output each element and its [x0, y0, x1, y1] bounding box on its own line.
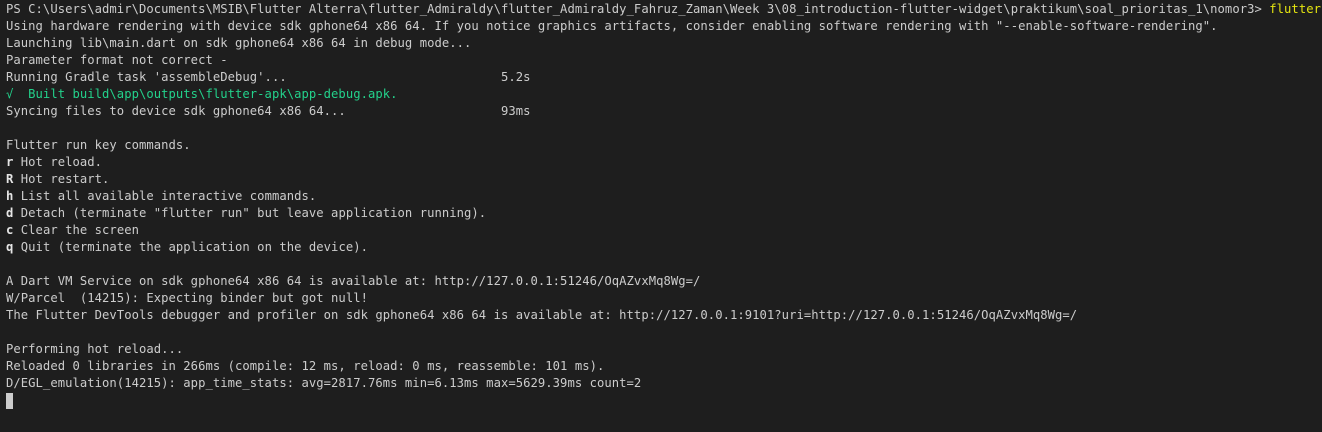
key-description: Clear the screen [20, 223, 139, 237]
key-command-line: q Quit (terminate the application on the… [6, 239, 1322, 256]
devtools-line: The Flutter DevTools debugger and profil… [6, 308, 1078, 322]
output-line: Using hardware rendering with device sdk… [6, 19, 1218, 33]
prompt-line: PS C:\Users\admir\Documents\MSIB\Flutter… [6, 1, 1322, 18]
build-success-line: √ Built build\app\outputs\flutter-apk\ap… [6, 87, 398, 101]
key-letter: q [6, 240, 14, 254]
output-line: Parameter format not correct - [6, 53, 228, 67]
key-letter: c [6, 223, 14, 237]
parcel-warning-line: W/Parcel (14215): Expecting binder but g… [6, 291, 368, 305]
prompt-path: PS C:\Users\admir\Documents\MSIB\Flutter… [6, 2, 1262, 16]
key-letter: r [6, 155, 14, 169]
terminal-panel[interactable]: PS C:\Users\admir\Documents\MSIB\Flutter… [0, 0, 1322, 432]
key-commands-title: Flutter run key commands. [6, 138, 191, 152]
key-description: Hot reload. [20, 155, 103, 169]
vm-service-line: A Dart VM Service on sdk gphone64 x86 64… [6, 274, 701, 288]
key-command-line: c Clear the screen [6, 222, 1322, 239]
key-description: Quit (terminate the application on the d… [20, 240, 368, 254]
key-letter: R [6, 172, 14, 186]
key-description: List all available interactive commands. [20, 189, 317, 203]
key-command-line: d Detach (terminate "flutter run" but le… [6, 205, 1322, 222]
key-letter: h [6, 189, 14, 203]
key-description: Detach (terminate "flutter run" but leav… [20, 206, 487, 220]
key-command-line: R Hot restart. [6, 171, 1322, 188]
terminal-cursor[interactable] [6, 393, 13, 409]
key-letter: d [6, 206, 14, 220]
key-command-line: r Hot reload. [6, 154, 1322, 171]
command-text: flutter run [1269, 2, 1321, 16]
egl-stats-line: D/EGL_emulation(14215): app_time_stats: … [6, 376, 642, 390]
key-command-line: h List all available interactive command… [6, 188, 1322, 205]
hot-reload-line: Performing hot reload... [6, 342, 184, 356]
output-line: Syncing files to device sdk gphone64 x86… [6, 104, 531, 118]
key-description: Hot restart. [20, 172, 110, 186]
cursor-line [6, 392, 1322, 409]
output-line: Running Gradle task 'assembleDebug'... 5… [6, 70, 531, 84]
reload-result-line: Reloaded 0 libraries in 266ms (compile: … [6, 359, 605, 373]
output-line: Launching lib\main.dart on sdk gphone64 … [6, 36, 472, 50]
